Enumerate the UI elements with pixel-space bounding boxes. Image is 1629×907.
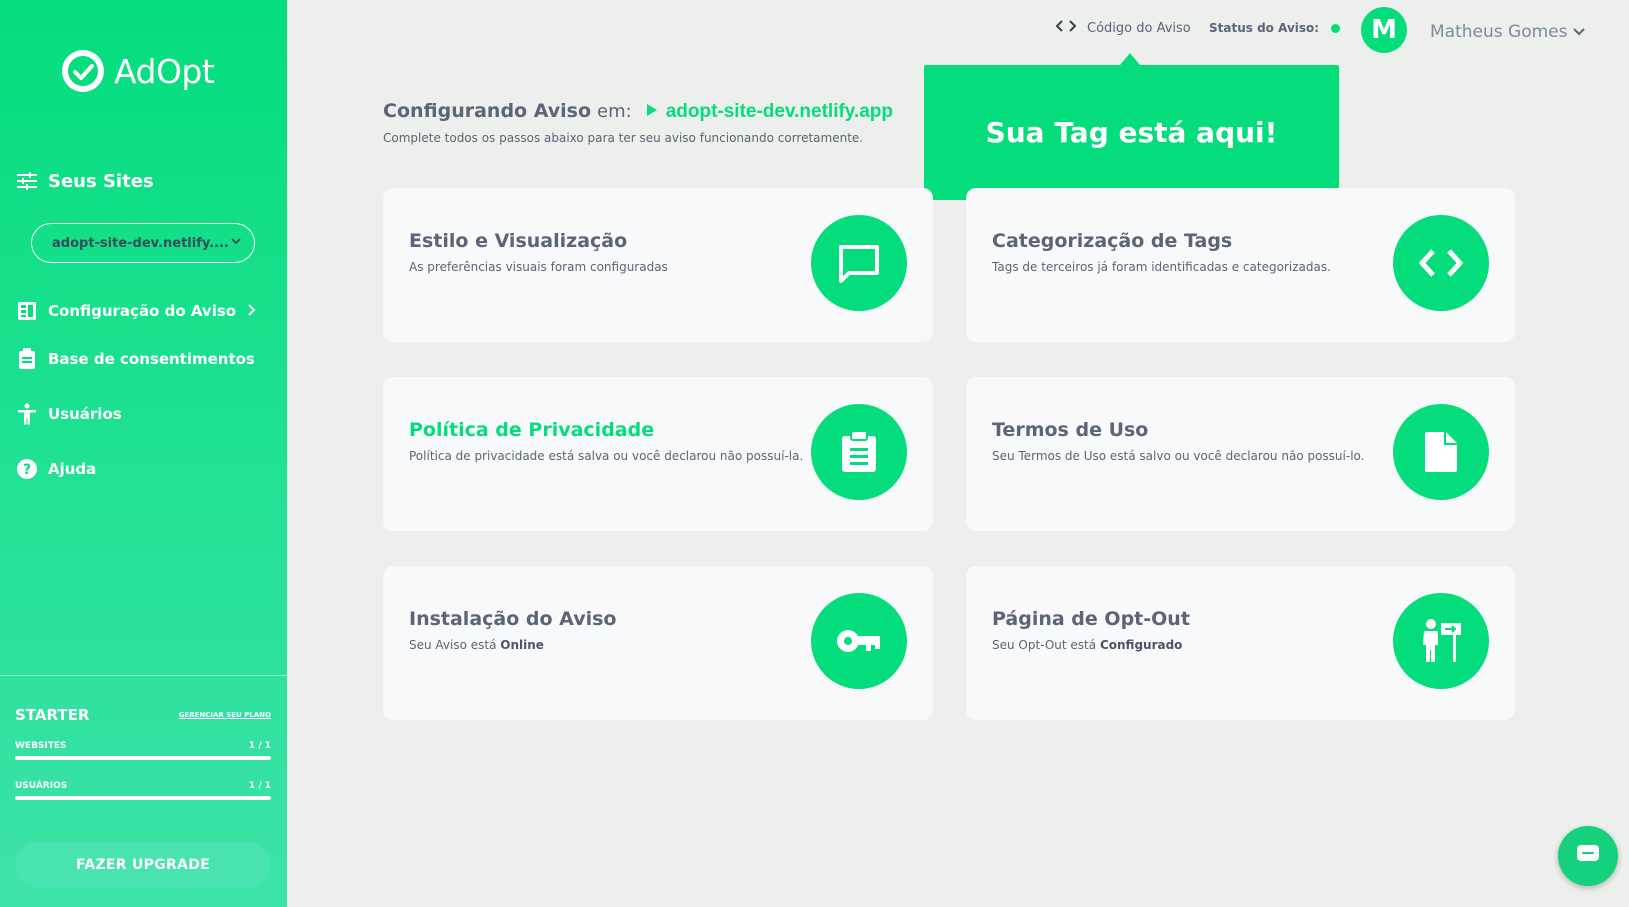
card-desc-prefix: Seu Aviso está xyxy=(409,638,497,652)
logo[interactable]: AdOpt xyxy=(62,50,215,92)
card-title: Estilo e Visualização xyxy=(409,230,628,252)
sidebar-item-consentimentos[interactable]: Base de consentimentos xyxy=(16,348,255,370)
sidebar-item-configuracao[interactable]: Configuração do Aviso xyxy=(16,300,256,322)
accessibility-icon xyxy=(16,403,38,425)
card-title: Política de Privacidade xyxy=(409,419,655,441)
notice-status-label: Status do Aviso: xyxy=(1209,21,1320,35)
users-value: 1 / 1 xyxy=(248,781,271,791)
card-title: Termos de Uso xyxy=(992,419,1149,441)
current-site-label: adopt-site-dev.netlify.app xyxy=(665,101,894,122)
chat-button[interactable] xyxy=(1558,826,1618,886)
avatar[interactable]: M xyxy=(1361,7,1407,53)
tag-tooltip: Sua Tag está aqui! xyxy=(924,53,1339,200)
users-meter: USUÁRIOS 1 / 1 xyxy=(15,781,271,800)
card-desc-status: Configurado xyxy=(1099,638,1183,652)
clipboard-icon xyxy=(811,404,907,500)
page-title: Configurando Aviso em: adopt-site-dev.ne… xyxy=(383,100,893,123)
card-instalacao[interactable]: Instalação do Aviso Seu Aviso está Onlin… xyxy=(383,566,933,720)
notice-status: Status do Aviso: xyxy=(1209,21,1341,35)
play-icon xyxy=(646,101,658,123)
sliders-icon xyxy=(16,170,38,192)
websites-meter: WEBSITES 1 / 1 xyxy=(15,741,271,760)
sidebar-item-usuarios[interactable]: Usuários xyxy=(16,403,122,425)
card-desc: As preferências visuais foram configurad… xyxy=(409,260,668,274)
plan-panel: STARTER GERENCIAR SEU PLANO WEBSITES 1 /… xyxy=(0,675,287,907)
card-desc: Política de privacidade está salva ou vo… xyxy=(409,449,804,463)
sidebar-item-label: Base de consentimentos xyxy=(48,350,255,368)
card-desc: Tags de terceiros já foram identificadas… xyxy=(992,260,1331,274)
code-icon xyxy=(1055,19,1077,37)
websites-label: WEBSITES xyxy=(15,741,67,751)
user-name-label: Matheus Gomes xyxy=(1430,22,1568,42)
selected-site-label: adopt-site-dev.netlify.... xyxy=(52,235,229,251)
users-label: USUÁRIOS xyxy=(15,781,68,791)
sidebar-item-label: Ajuda xyxy=(48,460,97,478)
card-desc: Seu Opt-Out está Configurado xyxy=(992,638,1182,652)
clipboard-icon xyxy=(16,348,38,370)
chevron-down-icon xyxy=(230,235,242,251)
document-icon xyxy=(1393,404,1489,500)
page-title-em: em: xyxy=(597,101,632,122)
brand-name: AdOpt xyxy=(114,51,215,91)
card-desc: Seu Aviso está Online xyxy=(409,638,544,652)
websites-progress-bar xyxy=(15,756,271,760)
card-opt-out[interactable]: Página de Opt-Out Seu Opt-Out está Confi… xyxy=(966,566,1515,720)
sidebar-item-label: Usuários xyxy=(48,405,122,423)
help-icon: ? xyxy=(16,458,38,480)
sidebar-item-ajuda[interactable]: ? Ajuda xyxy=(16,458,96,480)
chevron-right-icon xyxy=(246,302,256,320)
card-desc-status: Online xyxy=(500,638,544,652)
users-progress-bar xyxy=(15,796,271,800)
card-desc-prefix: Seu Opt-Out está xyxy=(992,638,1097,652)
page-title-label: Configurando Aviso xyxy=(383,100,592,122)
sidebar-item-label: Configuração do Aviso xyxy=(48,302,237,320)
site-selector[interactable]: adopt-site-dev.netlify.... xyxy=(31,223,255,263)
logo-icon xyxy=(62,50,104,92)
card-desc: Seu Termos de Uso está salvo ou você dec… xyxy=(992,449,1365,463)
websites-value: 1 / 1 xyxy=(248,741,271,751)
notice-code-link[interactable]: Código do Aviso xyxy=(1055,19,1191,37)
chat-icon xyxy=(1575,843,1601,869)
sidebar: AdOpt Seus Sites adopt-site-dev.netlify.… xyxy=(0,0,287,907)
signpost-icon xyxy=(1393,593,1489,689)
manage-plan-link[interactable]: GERENCIAR SEU PLANO xyxy=(179,711,271,719)
plan-name: STARTER xyxy=(15,706,90,724)
upgrade-button[interactable]: FAZER UPGRADE xyxy=(15,842,271,888)
card-title: Instalação do Aviso xyxy=(409,608,617,630)
page-subtitle: Complete todos os passos abaixo para ter… xyxy=(383,131,864,145)
card-politica[interactable]: Política de Privacidade Política de priv… xyxy=(383,377,933,531)
code-icon xyxy=(1393,215,1489,311)
card-estilo[interactable]: Estilo e Visualização As preferências vi… xyxy=(383,188,933,342)
notice-code-label: Código do Aviso xyxy=(1087,20,1191,36)
card-termos[interactable]: Termos de Uso Seu Termos de Uso está sal… xyxy=(966,377,1515,531)
chevron-down-icon xyxy=(1573,22,1586,42)
sites-heading-label: Seus Sites xyxy=(48,170,154,192)
user-menu[interactable]: Matheus Gomes xyxy=(1430,22,1586,42)
card-title: Página de Opt-Out xyxy=(992,608,1190,630)
svg-text:?: ? xyxy=(23,462,31,478)
card-title: Categorização de Tags xyxy=(992,230,1233,252)
current-site: adopt-site-dev.netlify.app xyxy=(646,101,893,123)
sites-heading: Seus Sites xyxy=(16,170,154,192)
dashboard-icon xyxy=(16,300,38,322)
chat-icon xyxy=(811,215,907,311)
card-categorizacao[interactable]: Categorização de Tags Tags de terceiros … xyxy=(966,188,1515,342)
key-icon xyxy=(811,593,907,689)
status-indicator xyxy=(1331,23,1341,33)
